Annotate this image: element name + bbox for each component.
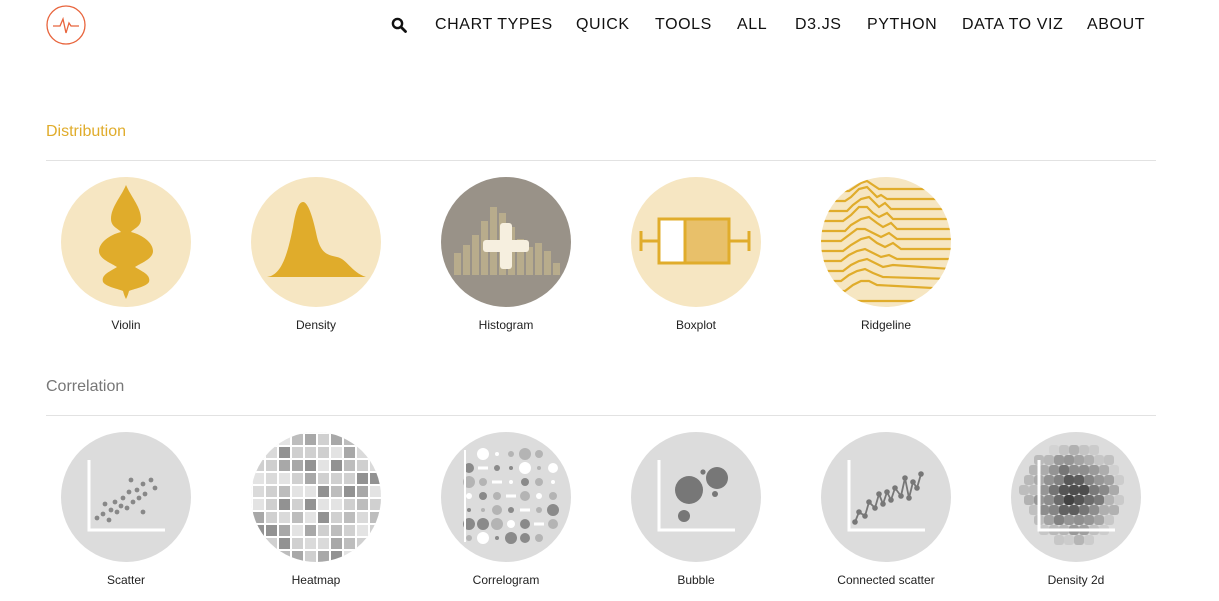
connected-scatter-chart-icon <box>821 432 951 562</box>
section-divider <box>46 415 1156 416</box>
nav-all[interactable]: ALL <box>737 16 767 34</box>
bubble-chart-icon <box>631 432 761 562</box>
boxplot-chart-icon <box>631 177 761 307</box>
chart-card-heatmap[interactable]: Heatmap <box>241 432 391 587</box>
heatmap-chart-icon <box>251 432 381 562</box>
chart-card-label: Density <box>295 318 336 332</box>
violin-chart-icon <box>61 177 191 307</box>
chart-card-density[interactable]: Density <box>241 177 391 332</box>
chart-card-density-2d[interactable]: Density 2d <box>1001 432 1151 587</box>
nav-python[interactable]: PYTHON <box>867 16 937 34</box>
scatter-chart-icon <box>61 432 191 562</box>
density-chart-icon <box>251 177 381 307</box>
chart-card-label: Boxplot <box>675 318 717 332</box>
chart-card-label: Scatter <box>106 573 145 587</box>
chart-card-scatter[interactable]: Scatter <box>51 432 201 587</box>
chart-card-connected-scatter[interactable]: Connected scatter <box>811 432 961 587</box>
chart-card-bubble[interactable]: Bubble <box>621 432 771 587</box>
chart-card-label: Correlogram <box>472 573 540 587</box>
nav-tools[interactable]: TOOLS <box>655 16 712 34</box>
chart-card-correlogram[interactable]: Correlogram <box>431 432 581 587</box>
chart-card-label: Bubble <box>677 573 715 587</box>
section-title-correlation: Correlation <box>46 378 125 395</box>
top-navigation: CHART TYPES QUICK TOOLS ALL D3.JS PYTHON… <box>0 16 1219 36</box>
histogram-chart-icon <box>441 177 571 307</box>
chart-card-ridgeline[interactable]: Ridgeline <box>811 177 961 332</box>
correlogram-chart-icon <box>441 432 571 562</box>
nav-quick[interactable]: QUICK <box>576 16 630 34</box>
chart-card-label: Histogram <box>478 318 534 332</box>
chart-card-label: Heatmap <box>291 573 341 587</box>
nav-chart-types[interactable]: CHART TYPES <box>435 16 553 34</box>
density-2d-chart-icon <box>1011 432 1141 562</box>
chart-card-label: Ridgeline <box>860 318 912 332</box>
chart-card-label: Violin <box>111 318 141 332</box>
ridgeline-chart-icon <box>821 177 951 307</box>
chart-card-label: Density 2d <box>1047 573 1105 587</box>
search-icon[interactable] <box>391 17 407 33</box>
chart-card-label: Connected scatter <box>837 573 935 587</box>
section-title-distribution: Distribution <box>46 123 127 140</box>
nav-about[interactable]: ABOUT <box>1087 16 1145 34</box>
chart-card-violin[interactable]: Violin <box>51 177 201 332</box>
nav-d3js[interactable]: D3.JS <box>795 16 842 34</box>
chart-card-boxplot[interactable]: Boxplot <box>621 177 771 332</box>
chart-card-histogram[interactable]: Histogram <box>431 177 581 332</box>
section-divider <box>46 160 1156 161</box>
nav-data-to-viz[interactable]: DATA TO VIZ <box>962 16 1063 34</box>
